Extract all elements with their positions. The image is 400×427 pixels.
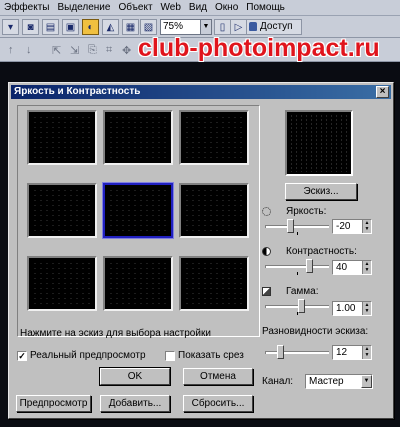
variation-slider[interactable] xyxy=(265,351,329,354)
variation-input[interactable]: 12 ▲ ▼ xyxy=(332,345,372,360)
preview-thumbnail xyxy=(285,110,353,176)
move-icon[interactable]: ✥ xyxy=(122,44,131,57)
variation-value: 12 xyxy=(336,347,348,358)
chevron-down-icon[interactable]: ▼ xyxy=(361,375,372,388)
contrast-icon xyxy=(262,247,271,256)
transform-icon[interactable]: ⇱ xyxy=(52,44,61,57)
gamma-slider[interactable] xyxy=(265,305,329,308)
chevron-down-icon[interactable]: ▼ xyxy=(200,20,211,34)
thumbnail[interactable] xyxy=(27,110,97,165)
thumbnail[interactable] xyxy=(27,183,97,238)
gamma-input[interactable]: 1.00 ▲ ▼ xyxy=(332,301,372,316)
access-button[interactable]: Доступ xyxy=(246,19,302,35)
spin-arrows-icon[interactable]: ▲ ▼ xyxy=(362,220,371,233)
play-icon[interactable]: ▷ xyxy=(230,19,247,35)
dialog-titlebar[interactable]: Яркость и Контрастность × xyxy=(11,85,391,99)
contrast-slider[interactable] xyxy=(265,265,329,268)
thumbnail[interactable] xyxy=(103,110,173,165)
contrast-slider-thumb[interactable] xyxy=(306,259,313,273)
brightness-tool-icon[interactable]: ◐ xyxy=(82,19,99,35)
menu-view[interactable]: Вид xyxy=(189,2,207,13)
dropdown-arrow-icon[interactable]: ▾ xyxy=(2,19,19,35)
watermark-text: club-photoimpact.ru xyxy=(138,34,380,62)
crop-icon[interactable]: ⌗ xyxy=(106,44,112,57)
cancel-button[interactable]: Отмена xyxy=(183,368,253,385)
brightness-slider[interactable] xyxy=(265,225,329,228)
brightness-slider-thumb[interactable] xyxy=(287,219,294,233)
sun-icon xyxy=(262,207,271,216)
thumbnail[interactable] xyxy=(179,183,249,238)
scanner-icon[interactable]: ▤ xyxy=(42,19,59,35)
channel-select[interactable]: Мастер ▼ xyxy=(305,374,373,389)
preview-button[interactable]: Предпросмотр xyxy=(16,395,91,412)
channel-label: Канал: xyxy=(262,376,294,387)
menu-effects[interactable]: Эффекты xyxy=(4,2,49,13)
menu-help[interactable]: Помощь xyxy=(246,2,285,13)
variation-slider-thumb[interactable] xyxy=(277,345,284,359)
channel-value: Мастер xyxy=(309,376,344,387)
brightness-input[interactable]: -20 ▲ ▼ xyxy=(332,219,372,234)
show-slice-checkbox[interactable] xyxy=(165,351,175,361)
ok-button[interactable]: OK xyxy=(99,367,171,386)
paste-icon[interactable]: ⇲ xyxy=(70,44,79,57)
close-icon[interactable]: × xyxy=(376,86,389,98)
reset-button[interactable]: Сбросить... xyxy=(183,395,253,412)
slider-tick xyxy=(297,232,298,235)
brightness-label: Яркость: xyxy=(286,206,327,217)
spin-arrows-icon[interactable]: ▲ ▼ xyxy=(362,302,371,315)
menu-bar: Эффекты Выделение Объект Web Вид Окно По… xyxy=(0,0,400,16)
menu-web[interactable]: Web xyxy=(161,2,181,13)
thumbnail[interactable] xyxy=(103,256,173,311)
monitor-icon[interactable]: ▣ xyxy=(62,19,79,35)
contrast-value: 40 xyxy=(336,262,348,273)
add-button[interactable]: Добавить... xyxy=(100,395,170,412)
noise-icon[interactable]: ▦ xyxy=(122,19,139,35)
gamma-label: Гамма: xyxy=(286,286,319,297)
pin-icon[interactable]: ↑ xyxy=(8,44,14,56)
thumbnail-grid xyxy=(17,105,260,337)
realtime-preview-checkbox[interactable]: ✓ xyxy=(17,351,27,361)
thumbnail[interactable] xyxy=(179,256,249,311)
brightness-contrast-dialog: Яркость и Контрастность × Нажмите на эск… xyxy=(8,82,394,419)
filter-icon[interactable]: ◭ xyxy=(102,19,119,35)
variation-label: Разновидности эскиза: xyxy=(262,326,369,337)
show-slice-label: Показать срез xyxy=(178,350,244,361)
contrast-label: Контрастность: xyxy=(286,246,357,257)
zoom-value: 75% xyxy=(163,21,184,32)
gamma-value: 1.00 xyxy=(336,303,356,314)
adjust-icon[interactable]: ▧ xyxy=(140,19,157,35)
thumbnail[interactable] xyxy=(179,110,249,165)
dialog-title: Яркость и Контрастность xyxy=(14,86,141,97)
hint-text: Нажмите на эскиз для выбора настройки xyxy=(20,328,211,339)
menu-window[interactable]: Окно xyxy=(215,2,238,13)
realtime-preview-label: Реальный предпросмотр xyxy=(30,350,146,361)
page-icon[interactable]: ▯ xyxy=(214,19,231,35)
brightness-value: -20 xyxy=(336,221,351,232)
spin-arrows-icon[interactable]: ▲ ▼ xyxy=(362,261,371,274)
pin-down-icon[interactable]: ↓ xyxy=(26,44,32,56)
thumbnail-selected[interactable] xyxy=(103,183,173,238)
zoom-select[interactable]: 75% ▼ xyxy=(160,19,212,35)
thumbnail[interactable] xyxy=(27,256,97,311)
copy-icon[interactable]: ⎘ xyxy=(88,44,97,57)
camera-icon[interactable]: ◙ xyxy=(22,19,39,35)
sketch-button[interactable]: Эскиз... xyxy=(285,183,357,200)
lock-icon xyxy=(249,22,257,31)
menu-object[interactable]: Объект xyxy=(118,2,152,13)
gamma-icon xyxy=(262,287,271,296)
slider-tick xyxy=(297,312,298,315)
slider-tick xyxy=(297,272,298,275)
spin-arrows-icon[interactable]: ▲ ▼ xyxy=(362,346,371,359)
access-button-label: Доступ xyxy=(260,21,293,32)
contrast-input[interactable]: 40 ▲ ▼ xyxy=(332,260,372,275)
gamma-slider-thumb[interactable] xyxy=(298,299,305,313)
menu-selection[interactable]: Выделение xyxy=(57,2,110,13)
